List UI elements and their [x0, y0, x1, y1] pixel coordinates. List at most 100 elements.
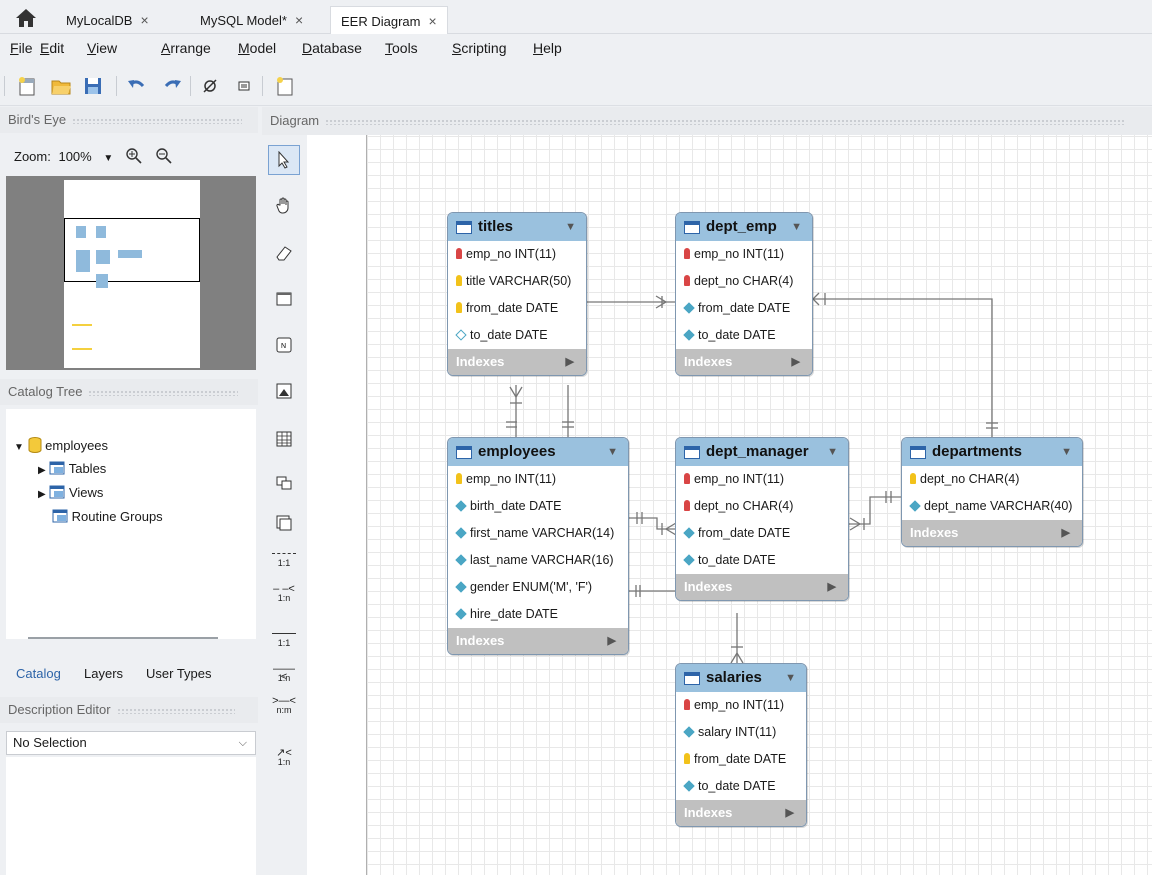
column-row[interactable]: emp_no INT(11): [676, 692, 806, 719]
zoom-select[interactable]: 100%: [58, 149, 91, 164]
entity-header[interactable]: dept_manager ▼: [676, 438, 848, 466]
relation-1-1-non-identifying[interactable]: 1:1: [270, 553, 298, 568]
entity-header[interactable]: departments ▼: [902, 438, 1082, 466]
column-row[interactable]: gender ENUM('M', 'F'): [448, 574, 628, 601]
table-tool[interactable]: [268, 425, 300, 455]
relation-1-1-identifying[interactable]: 1:1: [270, 633, 298, 648]
menu-arrange[interactable]: Arrange: [161, 40, 211, 56]
indexes-section[interactable]: Indexes ▶: [902, 520, 1082, 546]
menu-edit[interactable]: Edit: [40, 40, 64, 56]
expand-icon[interactable]: ▶: [566, 349, 574, 375]
collapse-icon[interactable]: ▼: [607, 438, 618, 466]
tab-layers[interactable]: Layers: [84, 666, 123, 681]
expand-icon[interactable]: ▶: [608, 628, 616, 654]
menu-database[interactable]: Database: [302, 40, 362, 56]
close-icon[interactable]: ×: [295, 12, 303, 28]
description-text-area[interactable]: [6, 757, 256, 875]
column-row[interactable]: birth_date DATE: [448, 493, 628, 520]
birds-eye-view[interactable]: [6, 176, 256, 370]
diagram-canvas[interactable]: titles ▼ emp_no INT(11) title VARCHAR(50)…: [307, 135, 1152, 875]
menu-model[interactable]: Model: [238, 40, 276, 56]
column-row[interactable]: from_date DATE: [676, 746, 806, 773]
indexes-section[interactable]: Indexes ▶: [448, 349, 586, 375]
column-row[interactable]: from_date DATE: [676, 295, 812, 322]
expand-icon[interactable]: ▶: [792, 349, 800, 375]
tab-catalog[interactable]: Catalog: [16, 666, 61, 681]
undo-icon[interactable]: [125, 75, 147, 97]
expand-icon[interactable]: ▶: [38, 465, 46, 476]
zoom-out-icon[interactable]: [155, 147, 173, 165]
note-tool[interactable]: N: [268, 331, 300, 361]
entity-employees[interactable]: employees ▼ emp_no INT(11) birth_date DAT…: [447, 437, 629, 655]
expand-icon[interactable]: ▶: [786, 800, 794, 826]
tab-user-types[interactable]: User Types: [146, 666, 212, 681]
tab-mylocaldb[interactable]: MyLocalDB ×: [56, 6, 159, 34]
tree-item-employees[interactable]: ▼ employees: [14, 437, 108, 455]
column-row[interactable]: dept_no CHAR(4): [902, 466, 1082, 493]
menu-file[interactable]: File: [10, 40, 33, 56]
column-row[interactable]: from_date DATE: [448, 295, 586, 322]
new-document-icon[interactable]: [16, 75, 38, 97]
splitter[interactable]: [28, 637, 218, 639]
hand-tool[interactable]: [268, 191, 300, 221]
home-icon[interactable]: [14, 7, 38, 29]
entity-header[interactable]: titles ▼: [448, 213, 586, 241]
entity-dept-manager[interactable]: dept_manager ▼ emp_no INT(11) dept_no CHA…: [675, 437, 849, 601]
menu-scripting[interactable]: Scripting: [452, 40, 506, 56]
collapse-icon[interactable]: ▼: [1061, 438, 1072, 466]
column-row[interactable]: hire_date DATE: [448, 601, 628, 628]
column-row[interactable]: emp_no INT(11): [448, 466, 628, 493]
menu-help[interactable]: Help: [533, 40, 562, 56]
indexes-section[interactable]: Indexes ▶: [676, 800, 806, 826]
align-to-grid-icon[interactable]: [233, 75, 255, 97]
entity-salaries[interactable]: salaries ▼ emp_no INT(11) salary INT(11) …: [675, 663, 807, 827]
tree-item-routine-groups[interactable]: Routine Groups: [52, 508, 163, 526]
entity-dept-emp[interactable]: dept_emp ▼ emp_no INT(11) dept_no CHAR(4)…: [675, 212, 813, 376]
redo-icon[interactable]: [162, 75, 184, 97]
column-row[interactable]: to_date DATE: [676, 773, 806, 800]
chevron-down-icon[interactable]: ▼: [103, 153, 113, 164]
column-row[interactable]: last_name VARCHAR(16): [448, 547, 628, 574]
entity-departments[interactable]: departments ▼ dept_no CHAR(4) dept_name V…: [901, 437, 1083, 547]
collapse-icon[interactable]: ▼: [565, 213, 576, 241]
collapse-icon[interactable]: ▼: [791, 213, 802, 241]
expand-icon[interactable]: ▼: [14, 442, 24, 453]
entity-header[interactable]: employees ▼: [448, 438, 628, 466]
relation-1-n-existing-columns[interactable]: ↗< 1:n: [270, 748, 298, 768]
column-row[interactable]: dept_name VARCHAR(40): [902, 493, 1082, 520]
column-row[interactable]: salary INT(11): [676, 719, 806, 746]
expand-icon[interactable]: ▶: [828, 574, 836, 600]
collapse-icon[interactable]: ▼: [785, 664, 796, 692]
entity-header[interactable]: salaries ▼: [676, 664, 806, 692]
new-diagram-icon[interactable]: [274, 75, 296, 97]
save-icon[interactable]: [82, 75, 104, 97]
column-row[interactable]: emp_no INT(11): [676, 466, 848, 493]
tab-mysql-model[interactable]: MySQL Model* ×: [190, 6, 313, 34]
column-row[interactable]: title VARCHAR(50): [448, 268, 586, 295]
relation-n-m-identifying[interactable]: >—< n:m: [270, 696, 298, 716]
expand-icon[interactable]: ▶: [38, 489, 46, 500]
indexes-section[interactable]: Indexes ▶: [676, 349, 812, 375]
tree-item-views[interactable]: ▶ Views: [38, 484, 103, 502]
indexes-section[interactable]: Indexes ▶: [448, 628, 628, 654]
routine-group-tool[interactable]: [268, 509, 300, 539]
column-row[interactable]: first_name VARCHAR(14): [448, 520, 628, 547]
column-row[interactable]: dept_no CHAR(4): [676, 268, 812, 295]
toggle-grid-icon[interactable]: [199, 75, 221, 97]
column-row[interactable]: emp_no INT(11): [448, 241, 586, 268]
menu-view[interactable]: View: [87, 40, 117, 56]
column-row[interactable]: to_date DATE: [676, 322, 812, 349]
column-row[interactable]: dept_no CHAR(4): [676, 493, 848, 520]
column-row[interactable]: emp_no INT(11): [676, 241, 812, 268]
pointer-tool[interactable]: [268, 145, 300, 175]
collapse-icon[interactable]: ▼: [827, 438, 838, 466]
layer-tool[interactable]: [268, 285, 300, 315]
column-row[interactable]: to_date DATE: [448, 322, 586, 349]
column-row[interactable]: from_date DATE: [676, 520, 848, 547]
menu-tools[interactable]: Tools: [385, 40, 418, 56]
column-row[interactable]: to_date DATE: [676, 547, 848, 574]
entity-header[interactable]: dept_emp ▼: [676, 213, 812, 241]
description-select[interactable]: No Selection ⌵: [6, 731, 256, 755]
open-folder-icon[interactable]: [50, 75, 72, 97]
relation-1-n-identifying[interactable]: ——< 1:n: [270, 664, 298, 684]
